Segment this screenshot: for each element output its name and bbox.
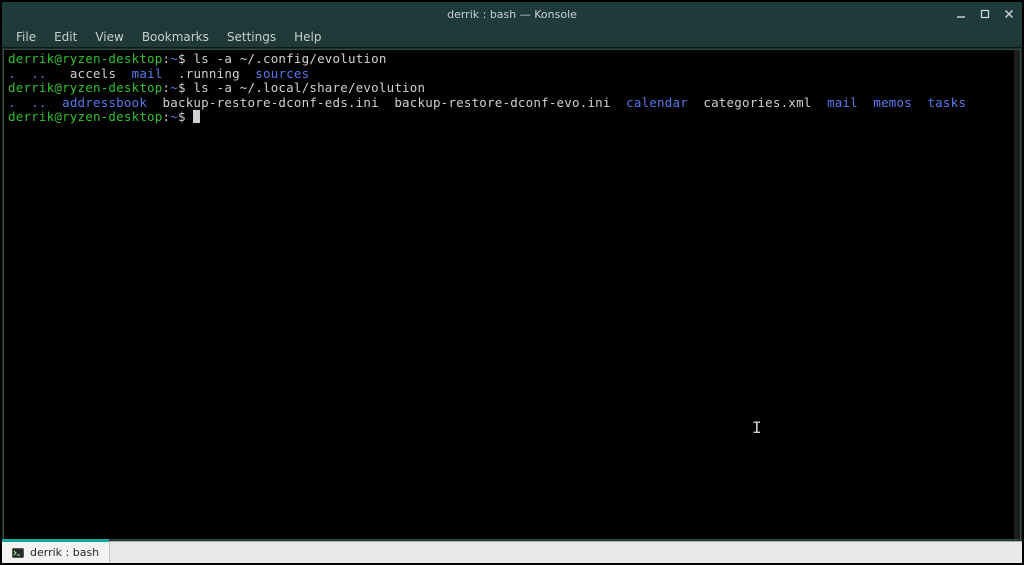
- command-text: ls -a ~/.config/evolution: [193, 51, 386, 66]
- ls-entry-dir: .: [8, 95, 16, 110]
- prompt-sigil: $: [178, 109, 186, 124]
- prompt-user-host: derrik@ryzen-desktop: [8, 109, 163, 124]
- ls-entry-dir: ..: [31, 95, 46, 110]
- prompt-sigil: $: [178, 80, 186, 95]
- prompt-sigil: $: [178, 51, 186, 66]
- ls-entry-dir: addressbook: [62, 95, 147, 110]
- tab-label: derrik : bash: [30, 546, 99, 559]
- terminal-icon: [12, 547, 24, 559]
- menu-edit[interactable]: Edit: [46, 28, 85, 46]
- terminal-cursor: [193, 110, 200, 123]
- menu-help[interactable]: Help: [286, 28, 329, 46]
- minimize-button[interactable]: [954, 7, 968, 21]
- ls-entry-dir: sources: [255, 66, 309, 81]
- menu-bookmarks[interactable]: Bookmarks: [134, 28, 217, 46]
- window-controls: [954, 2, 1016, 26]
- titlebar[interactable]: derrik : bash — Konsole: [2, 2, 1022, 26]
- ls-entry-dir: tasks: [927, 95, 966, 110]
- command-text: ls -a ~/.local/share/evolution: [193, 80, 425, 95]
- ls-entry-dir: .: [8, 66, 16, 81]
- menubar: File Edit View Bookmarks Settings Help: [2, 26, 1022, 48]
- menu-view[interactable]: View: [87, 28, 131, 46]
- prompt-user-host: derrik@ryzen-desktop: [8, 51, 163, 66]
- mouse-text-cursor-icon: I: [752, 420, 762, 436]
- scrollbar-vertical[interactable]: [1014, 50, 1020, 539]
- ls-entry-dir: mail: [827, 95, 858, 110]
- prompt-user-host: derrik@ryzen-desktop: [8, 80, 163, 95]
- terminal-viewport[interactable]: derrik@ryzen-desktop:~$ ls -a ~/.config/…: [3, 49, 1021, 540]
- ls-entry-file: backup-restore-dconf-eds.ini: [163, 95, 379, 110]
- ls-entry-dir: memos: [873, 95, 912, 110]
- ls-entry-dir: ..: [31, 66, 46, 81]
- ls-entry-file: accels: [70, 66, 116, 81]
- ls-entry-file: .running: [178, 66, 240, 81]
- menu-file[interactable]: File: [8, 28, 44, 46]
- terminal-content: derrik@ryzen-desktop:~$ ls -a ~/.config/…: [4, 50, 1020, 127]
- window-title: derrik : bash — Konsole: [447, 8, 577, 21]
- prompt-cwd: ~: [170, 109, 178, 124]
- maximize-button[interactable]: [978, 7, 992, 21]
- tab-bar: derrik : bash: [2, 541, 1022, 563]
- menu-settings[interactable]: Settings: [219, 28, 284, 46]
- ls-entry-file: categories.xml: [703, 95, 811, 110]
- ls-entry-file: backup-restore-dconf-evo.ini: [394, 95, 610, 110]
- tab-terminal-session[interactable]: derrik : bash: [2, 542, 110, 563]
- prompt-cwd: ~: [170, 51, 178, 66]
- prompt-cwd: ~: [170, 80, 178, 95]
- app-window: derrik : bash — Konsole File Edit View B…: [0, 0, 1024, 565]
- ls-entry-dir: mail: [132, 66, 163, 81]
- close-button[interactable]: [1002, 7, 1016, 21]
- ls-entry-dir: calendar: [626, 95, 688, 110]
